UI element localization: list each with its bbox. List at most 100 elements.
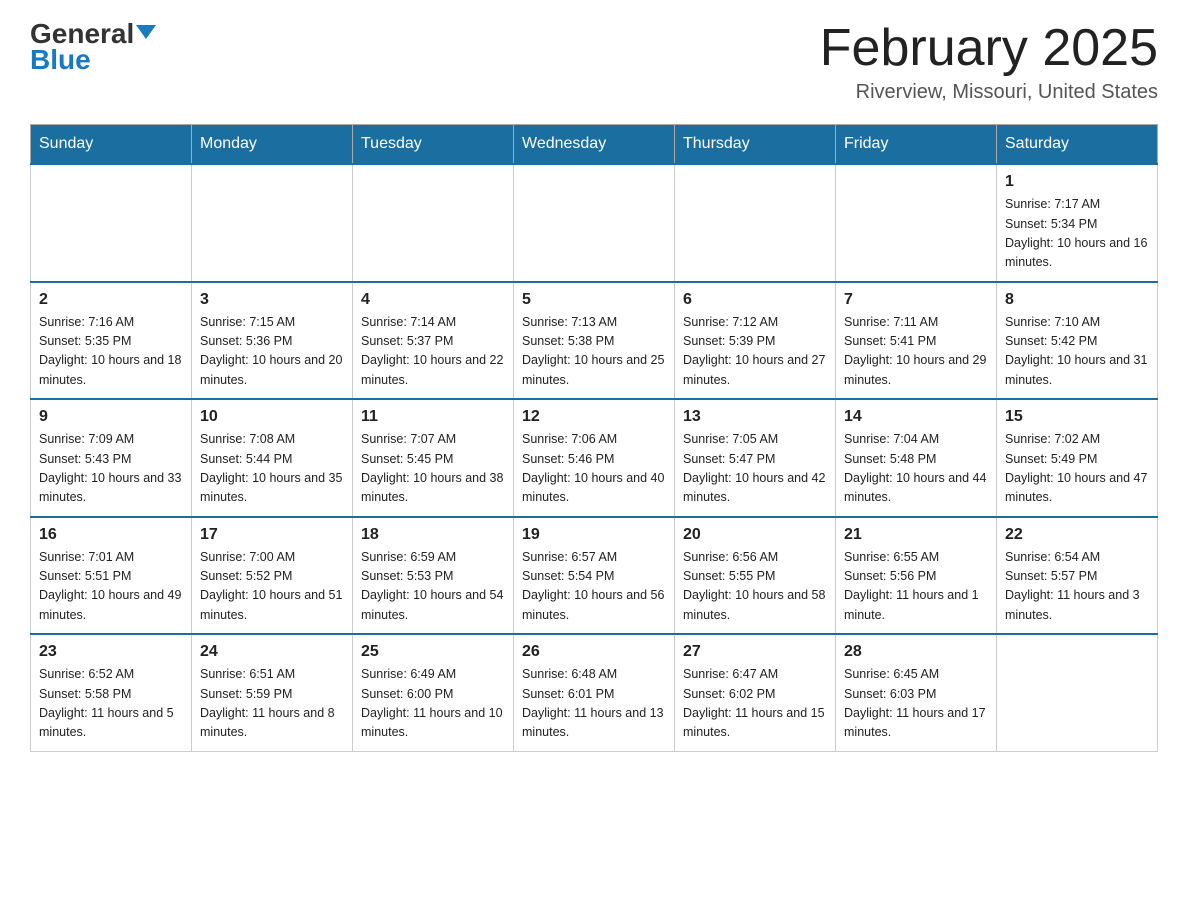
day-info: Sunrise: 6:45 AM Sunset: 6:03 PM Dayligh… (844, 665, 988, 743)
table-row (675, 164, 836, 282)
day-number: 28 (844, 643, 988, 661)
day-number: 3 (200, 291, 344, 309)
page-header: General Blue February 2025 Riverview, Mi… (30, 20, 1158, 104)
day-info: Sunrise: 7:06 AM Sunset: 5:46 PM Dayligh… (522, 430, 666, 508)
day-number: 4 (361, 291, 505, 309)
col-thursday: Thursday (675, 125, 836, 165)
day-info: Sunrise: 7:01 AM Sunset: 5:51 PM Dayligh… (39, 548, 183, 626)
day-number: 7 (844, 291, 988, 309)
table-row: 9 Sunrise: 7:09 AM Sunset: 5:43 PM Daylig… (31, 399, 192, 517)
day-number: 11 (361, 408, 505, 426)
calendar-table: Sunday Monday Tuesday Wednesday Thursday… (30, 124, 1158, 752)
calendar-week-row: 9 Sunrise: 7:09 AM Sunset: 5:43 PM Daylig… (31, 399, 1158, 517)
day-info: Sunrise: 6:49 AM Sunset: 6:00 PM Dayligh… (361, 665, 505, 743)
day-number: 23 (39, 643, 183, 661)
day-info: Sunrise: 6:55 AM Sunset: 5:56 PM Dayligh… (844, 548, 988, 626)
table-row: 16Sunrise: 7:01 AM Sunset: 5:51 PM Dayli… (31, 517, 192, 635)
day-info: Sunrise: 7:13 AM Sunset: 5:38 PM Dayligh… (522, 313, 666, 391)
table-row: 23 Sunrise: 6:52 AM Sunset: 5:58 PM Dayli… (31, 634, 192, 751)
day-info: Sunrise: 7:02 AM Sunset: 5:49 PM Dayligh… (1005, 430, 1149, 508)
day-number: 21 (844, 526, 988, 544)
table-row: 25 Sunrise: 6:49 AM Sunset: 6:00 PM Dayli… (353, 634, 514, 751)
table-row: 4 Sunrise: 7:14 AM Sunset: 5:37 PM Daylig… (353, 282, 514, 400)
day-info: Sunrise: 6:59 AM Sunset: 5:53 PM Dayligh… (361, 548, 505, 626)
table-row: 14 Sunrise: 7:04 AM Sunset: 5:48 PM Dayli… (836, 399, 997, 517)
day-info: Sunrise: 7:17 AM Sunset: 5:34 PM Dayligh… (1005, 195, 1149, 273)
day-info: Sunrise: 6:57 AM Sunset: 5:54 PM Dayligh… (522, 548, 666, 626)
table-row: 17 Sunrise: 7:00 AM Sunset: 5:52 PM Dayli… (192, 517, 353, 635)
day-number: 19 (522, 526, 666, 544)
day-info: Sunrise: 7:08 AM Sunset: 5:44 PM Dayligh… (200, 430, 344, 508)
day-info: Sunrise: 6:54 AM Sunset: 5:57 PM Dayligh… (1005, 548, 1149, 626)
table-row: 11 Sunrise: 7:07 AM Sunset: 5:45 PM Dayli… (353, 399, 514, 517)
day-number: 25 (361, 643, 505, 661)
table-row: 28 Sunrise: 6:45 AM Sunset: 6:03 PM Dayli… (836, 634, 997, 751)
day-number: 26 (522, 643, 666, 661)
logo: General Blue (30, 20, 156, 76)
table-row: 22 Sunrise: 6:54 AM Sunset: 5:57 PM Dayli… (997, 517, 1158, 635)
table-row: 26 Sunrise: 6:48 AM Sunset: 6:01 PM Dayli… (514, 634, 675, 751)
table-row: 10Sunrise: 7:08 AM Sunset: 5:44 PM Dayli… (192, 399, 353, 517)
day-info: Sunrise: 7:04 AM Sunset: 5:48 PM Dayligh… (844, 430, 988, 508)
table-row (514, 164, 675, 282)
day-info: Sunrise: 7:15 AM Sunset: 5:36 PM Dayligh… (200, 313, 344, 391)
day-number: 22 (1005, 526, 1149, 544)
col-sunday: Sunday (31, 125, 192, 165)
table-row (353, 164, 514, 282)
day-info: Sunrise: 6:52 AM Sunset: 5:58 PM Dayligh… (39, 665, 183, 743)
col-wednesday: Wednesday (514, 125, 675, 165)
day-number: 6 (683, 291, 827, 309)
table-row: 19 Sunrise: 6:57 AM Sunset: 5:54 PM Dayli… (514, 517, 675, 635)
day-number: 17 (200, 526, 344, 544)
day-info: Sunrise: 7:00 AM Sunset: 5:52 PM Dayligh… (200, 548, 344, 626)
table-row: 5 Sunrise: 7:13 AM Sunset: 5:38 PM Daylig… (514, 282, 675, 400)
calendar-week-row: 1 Sunrise: 7:17 AM Sunset: 5:34 PM Daylig… (31, 164, 1158, 282)
logo-blue: Blue (30, 44, 91, 76)
calendar-week-row: 23 Sunrise: 6:52 AM Sunset: 5:58 PM Dayli… (31, 634, 1158, 751)
day-info: Sunrise: 7:07 AM Sunset: 5:45 PM Dayligh… (361, 430, 505, 508)
day-number: 24 (200, 643, 344, 661)
table-row (192, 164, 353, 282)
table-row: 8 Sunrise: 7:10 AM Sunset: 5:42 PM Daylig… (997, 282, 1158, 400)
col-monday: Monday (192, 125, 353, 165)
table-row: 6 Sunrise: 7:12 AM Sunset: 5:39 PM Daylig… (675, 282, 836, 400)
day-info: Sunrise: 6:47 AM Sunset: 6:02 PM Dayligh… (683, 665, 827, 743)
day-number: 14 (844, 408, 988, 426)
title-area: February 2025 Riverview, Missouri, Unite… (820, 20, 1158, 104)
table-row: 7 Sunrise: 7:11 AM Sunset: 5:41 PM Daylig… (836, 282, 997, 400)
table-row: 18 Sunrise: 6:59 AM Sunset: 5:53 PM Dayli… (353, 517, 514, 635)
day-info: Sunrise: 7:14 AM Sunset: 5:37 PM Dayligh… (361, 313, 505, 391)
day-number: 15 (1005, 408, 1149, 426)
day-info: Sunrise: 7:09 AM Sunset: 5:43 PM Dayligh… (39, 430, 183, 508)
month-title: February 2025 (820, 20, 1158, 77)
col-saturday: Saturday (997, 125, 1158, 165)
col-friday: Friday (836, 125, 997, 165)
day-number: 27 (683, 643, 827, 661)
day-info: Sunrise: 6:56 AM Sunset: 5:55 PM Dayligh… (683, 548, 827, 626)
col-tuesday: Tuesday (353, 125, 514, 165)
table-row: 20Sunrise: 6:56 AM Sunset: 5:55 PM Dayli… (675, 517, 836, 635)
table-row: 13 Sunrise: 7:05 AM Sunset: 5:47 PM Dayli… (675, 399, 836, 517)
table-row (997, 634, 1158, 751)
day-info: Sunrise: 7:05 AM Sunset: 5:47 PM Dayligh… (683, 430, 827, 508)
logo-triangle-icon (136, 25, 156, 39)
calendar-header-row: Sunday Monday Tuesday Wednesday Thursday… (31, 125, 1158, 165)
day-number: 9 (39, 408, 183, 426)
table-row: 2Sunrise: 7:16 AM Sunset: 5:35 PM Daylig… (31, 282, 192, 400)
table-row: 15 Sunrise: 7:02 AM Sunset: 5:49 PM Dayli… (997, 399, 1158, 517)
day-number: 1 (1005, 173, 1149, 191)
table-row: 27 Sunrise: 6:47 AM Sunset: 6:02 PM Dayli… (675, 634, 836, 751)
calendar-week-row: 16Sunrise: 7:01 AM Sunset: 5:51 PM Dayli… (31, 517, 1158, 635)
day-number: 8 (1005, 291, 1149, 309)
location-subtitle: Riverview, Missouri, United States (820, 81, 1158, 104)
day-info: Sunrise: 7:11 AM Sunset: 5:41 PM Dayligh… (844, 313, 988, 391)
day-number: 13 (683, 408, 827, 426)
calendar-week-row: 2Sunrise: 7:16 AM Sunset: 5:35 PM Daylig… (31, 282, 1158, 400)
day-info: Sunrise: 7:12 AM Sunset: 5:39 PM Dayligh… (683, 313, 827, 391)
day-info: Sunrise: 7:10 AM Sunset: 5:42 PM Dayligh… (1005, 313, 1149, 391)
table-row: 12Sunrise: 7:06 AM Sunset: 5:46 PM Dayli… (514, 399, 675, 517)
day-info: Sunrise: 6:48 AM Sunset: 6:01 PM Dayligh… (522, 665, 666, 743)
day-number: 2 (39, 291, 183, 309)
day-number: 18 (361, 526, 505, 544)
day-number: 5 (522, 291, 666, 309)
